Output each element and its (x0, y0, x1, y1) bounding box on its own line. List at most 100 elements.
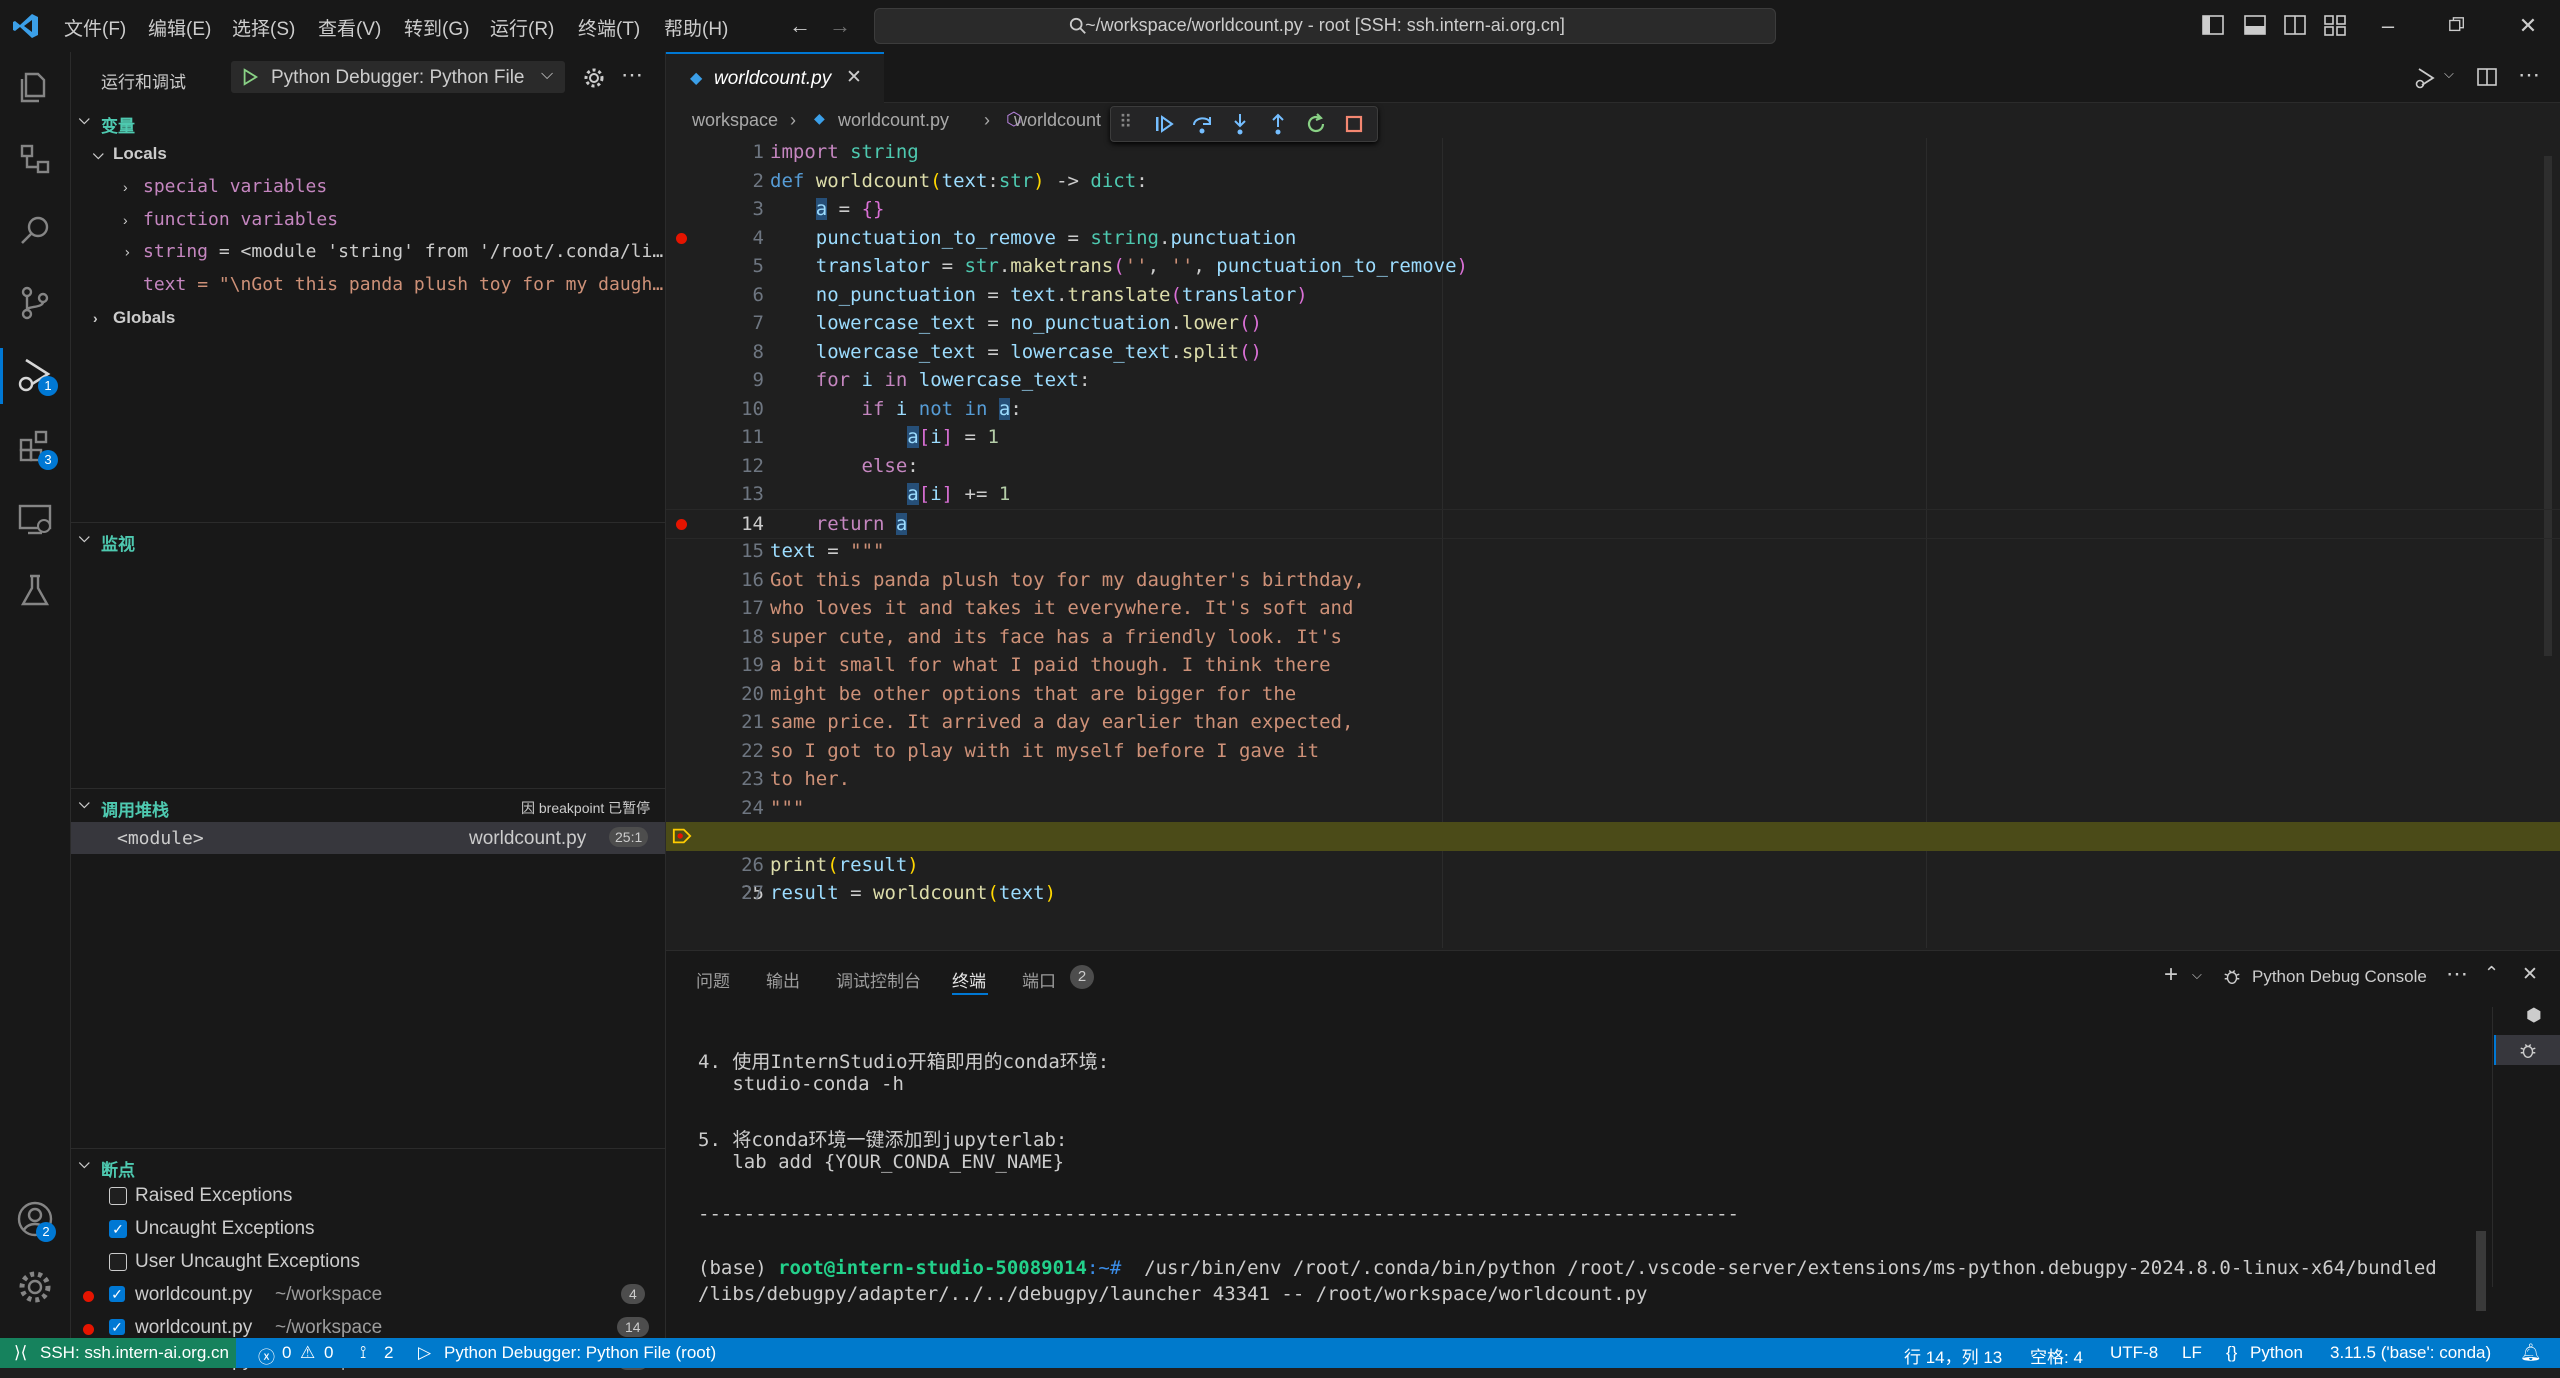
terminal-prompt-line: (base) root@intern-studio-50089014:~# /u… (698, 1257, 2437, 1279)
chevron-down-icon[interactable]: ⌵ (2444, 66, 2454, 82)
watch-section-header[interactable]: ⌵ 监视 (71, 526, 665, 554)
language-mode[interactable]: Python (2250, 1343, 2303, 1363)
terminal-scrollbar[interactable] (2476, 1231, 2486, 1311)
checkbox[interactable] (109, 1187, 127, 1205)
breakpoints-section-header[interactable]: ⌵ 断点 (71, 1152, 665, 1180)
forward-arrow-icon[interactable]: → (826, 12, 854, 40)
variables-section-header[interactable]: ⌵ 变量 (71, 108, 665, 136)
step-out-icon[interactable] (1265, 111, 1291, 137)
line-number: 18 (741, 625, 764, 648)
chevron-down-icon[interactable]: ⌵ (2192, 967, 2202, 983)
menu-selection[interactable]: 选择(S) (232, 14, 295, 41)
warning-count[interactable]: 0 (324, 1343, 333, 1363)
more-actions-icon[interactable]: ⋯ (621, 62, 643, 88)
terminal-list-item[interactable] (2494, 1035, 2560, 1065)
vscode-logo-icon[interactable] (12, 12, 40, 40)
menu-go[interactable]: 转到(G) (404, 14, 469, 41)
close-panel-icon[interactable]: ✕ (2522, 963, 2538, 986)
minimize-icon[interactable]: – (2374, 12, 2402, 40)
split-editor-icon[interactable] (2476, 66, 2498, 88)
continue-icon[interactable] (1151, 111, 1177, 137)
menu-view[interactable]: 查看(V) (318, 14, 381, 41)
tab-output[interactable]: 输出 (766, 967, 800, 992)
locals-scope[interactable]: ⌵ Locals (93, 138, 167, 170)
search-icon[interactable] (14, 210, 56, 252)
menu-edit[interactable]: 编辑(E) (148, 14, 211, 41)
more-actions-icon[interactable]: ⋯ (2446, 961, 2468, 987)
tab-terminal[interactable]: 终端 (952, 967, 986, 992)
error-count[interactable]: 0 (282, 1343, 291, 1363)
back-arrow-icon[interactable]: ← (786, 12, 814, 40)
callstack-section-header[interactable]: ⌵ 调用堆栈 因 breakpoint 已暂停 (71, 792, 665, 820)
ports-count[interactable]: 2 (384, 1343, 393, 1363)
menu-terminal[interactable]: 终端(T) (578, 14, 640, 41)
code-editor[interactable]: 1 import string 2 def worldcount(text:str)… (666, 138, 2560, 948)
breadcrumb-workspace[interactable]: workspace (692, 110, 778, 131)
debug-status-icon[interactable]: ▷ (418, 1343, 431, 1363)
encoding[interactable]: UTF-8 (2110, 1343, 2158, 1363)
ports-icon[interactable]: ⟟ (360, 1343, 366, 1363)
tab-debug-console[interactable]: 调试控制台 (836, 967, 921, 992)
new-terminal-plus-icon[interactable]: + (2164, 961, 2178, 989)
start-debugging-icon[interactable] (241, 68, 259, 86)
checkbox-checked-icon[interactable]: ✓ (109, 1220, 127, 1238)
tab-worldcount[interactable]: ◆ worldcount.py ✕ (666, 52, 884, 104)
tab-problems[interactable]: 问题 (696, 967, 730, 992)
line-number: 10 (741, 397, 764, 420)
restore-icon[interactable] (2448, 16, 2466, 34)
variable-row[interactable]: › string = <module 'string' from '/root/.… (123, 236, 663, 268)
globals-scope[interactable]: › Globals (93, 302, 175, 334)
tab-ports[interactable]: 端口 (1022, 967, 1056, 992)
error-icon[interactable]: ⓧ (258, 1343, 275, 1368)
cursor-position[interactable]: 行 14，列 13 (1904, 1343, 2002, 1368)
explorer-icon[interactable] (14, 66, 56, 108)
drag-handle-icon[interactable]: ⠿ (1119, 112, 1132, 133)
end-of-line[interactable]: LF (2182, 1343, 2202, 1363)
run-debug-dropdown-icon[interactable] (2414, 66, 2438, 90)
variable-name: string (143, 241, 209, 262)
source-control-graph-icon[interactable] (14, 138, 56, 180)
customize-layout-icon[interactable] (2324, 14, 2346, 36)
notifications-bell-icon[interactable]: 🔔︎ (2520, 1343, 2542, 1363)
breakpoint-item[interactable]: ✓ worldcount.py ~/workspace 4 (71, 1282, 665, 1312)
variable-row[interactable]: › special variables (123, 170, 663, 202)
checkbox-checked-icon[interactable]: ✓ (109, 1286, 125, 1302)
testing-flask-icon[interactable] (14, 570, 56, 612)
toggle-panel-icon[interactable] (2244, 14, 2266, 36)
terminal-shell-icon[interactable]: ⬢ (2526, 1005, 2542, 1026)
source-control-icon[interactable] (14, 282, 56, 324)
menu-file[interactable]: 文件(F) (64, 14, 126, 41)
debug-config-select[interactable]: Python Debugger: Python File ⌵ (231, 61, 565, 93)
toggle-secondary-sidebar-icon[interactable] (2284, 14, 2306, 36)
checkbox[interactable] (109, 1253, 127, 1271)
breadcrumb-file[interactable]: worldcount.py (838, 110, 949, 131)
remote-explorer-icon[interactable] (14, 498, 56, 540)
indentation[interactable]: 空格: 4 (2030, 1343, 2083, 1368)
manage-gear-icon[interactable] (14, 1266, 56, 1308)
terminal-session-name[interactable]: Python Debug Console (2252, 967, 2427, 987)
variable-row[interactable]: text = "\nGot this panda plush toy for m… (143, 269, 663, 301)
close-window-icon[interactable]: ✕ (2514, 12, 2542, 40)
debug-config-status[interactable]: Python Debugger: Python File (root) (444, 1343, 716, 1363)
breadcrumb-symbol[interactable]: worldcount (1014, 110, 1101, 131)
command-center[interactable]: ~/workspace/worldcount.py - root [SSH: s… (874, 8, 1776, 44)
variable-row[interactable]: › function variables (123, 203, 663, 235)
step-over-icon[interactable] (1189, 111, 1215, 137)
restart-icon[interactable] (1303, 111, 1329, 137)
remote-indicator[interactable]: ⟩⟨ SSH: ssh.intern-ai.org.cn (0, 1338, 236, 1368)
checkbox-checked-icon[interactable]: ✓ (109, 1319, 125, 1335)
toggle-primary-sidebar-icon[interactable] (2202, 14, 2224, 36)
menu-help[interactable]: 帮助(H) (664, 14, 728, 41)
breakpoint-dot-icon[interactable] (676, 518, 687, 530)
stop-icon[interactable] (1341, 111, 1367, 137)
more-actions-icon[interactable]: ⋯ (2518, 62, 2540, 88)
maximize-panel-icon[interactable]: ⌃ (2484, 963, 2499, 984)
close-icon[interactable]: ✕ (846, 66, 862, 89)
step-into-icon[interactable] (1227, 111, 1253, 137)
warning-icon[interactable]: ⚠ (300, 1343, 315, 1363)
callstack-frame[interactable]: <module> worldcount.py 25:1 (71, 822, 665, 854)
gear-icon[interactable] (583, 67, 605, 89)
breakpoint-dot-icon[interactable] (676, 232, 687, 244)
python-interpreter[interactable]: 3.11.5 ('base': conda) (2330, 1343, 2491, 1363)
menu-run[interactable]: 运行(R) (490, 14, 554, 41)
